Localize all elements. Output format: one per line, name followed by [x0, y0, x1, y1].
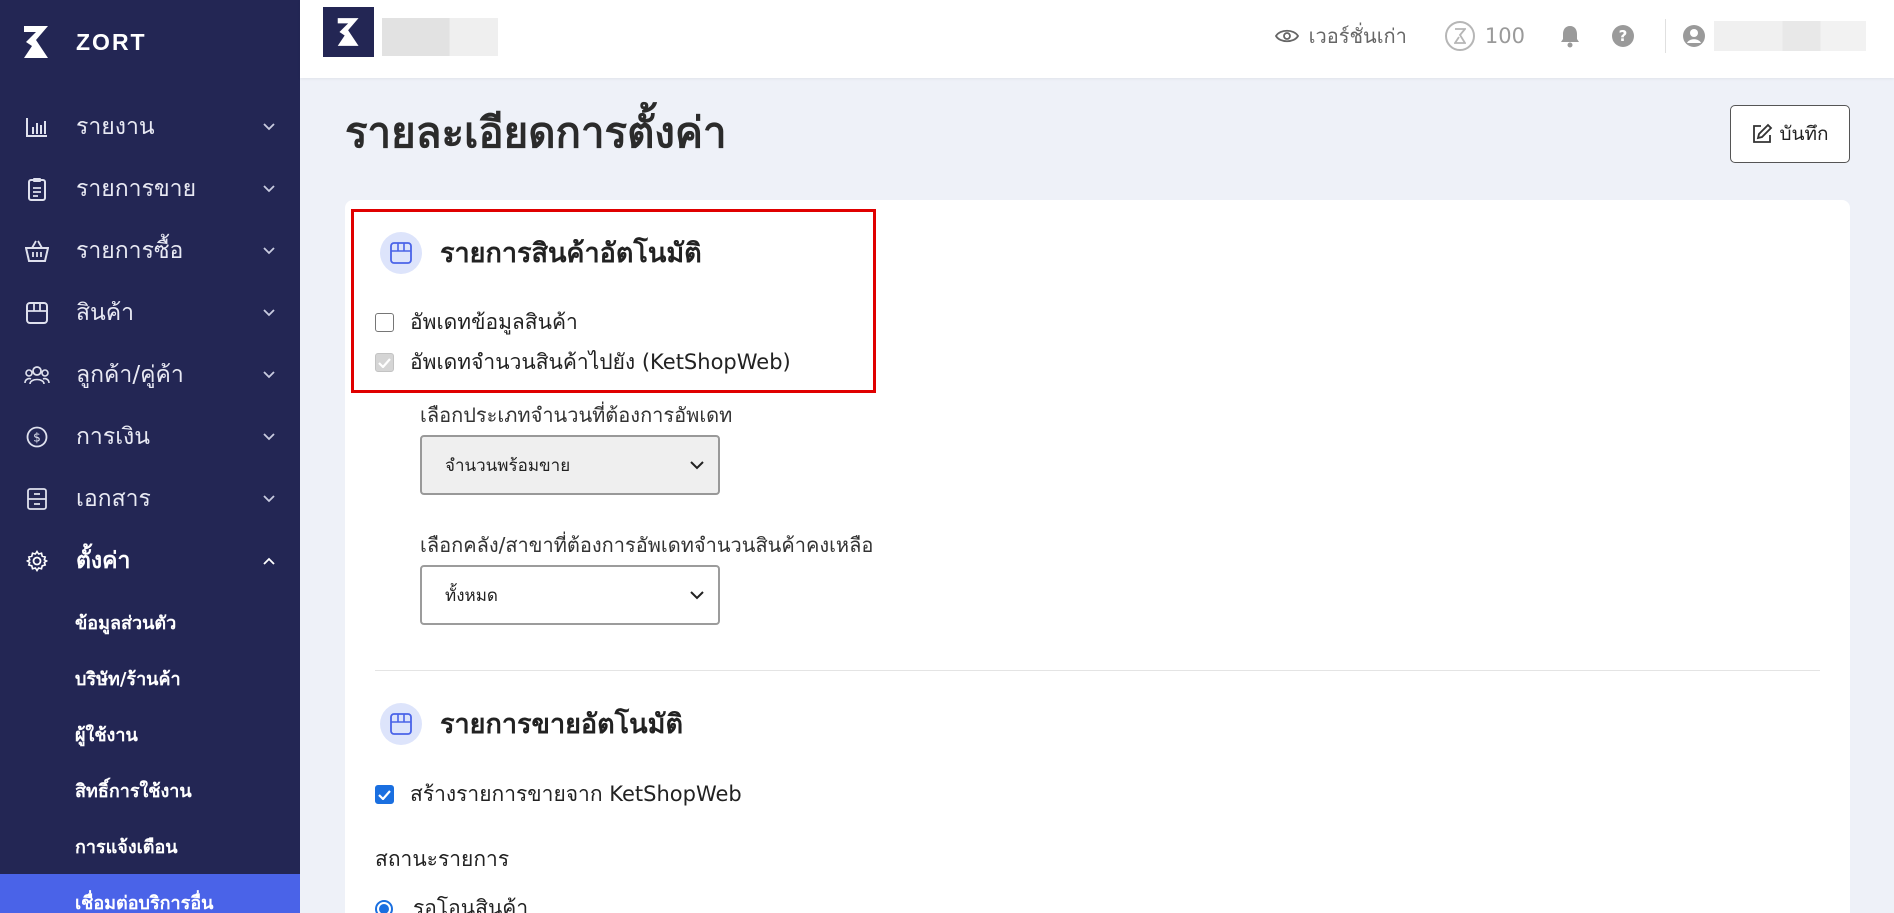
sidebar: ZORT รายงาน รายการขาย รายการซื้อ สินค้า … — [0, 0, 300, 913]
svg-text:$: $ — [33, 431, 41, 445]
zort-logo-icon — [337, 18, 359, 46]
status-label: สถานะรายการ — [375, 847, 510, 871]
dollar-icon: $ — [24, 424, 50, 450]
status-radio[interactable] — [375, 899, 393, 913]
sidebar-item-reports[interactable]: รายงาน — [0, 96, 300, 158]
old-version-label: เวอร์ชั่นเก่า — [1308, 24, 1407, 48]
update-product-info-checkbox[interactable] — [375, 313, 394, 332]
user-name-redacted — [1714, 21, 1866, 51]
shop-name-redacted — [382, 18, 498, 56]
select-value: จำนวนพร้อมขาย — [445, 455, 571, 476]
zort-logo-icon — [24, 26, 48, 58]
warehouse-select[interactable]: ทั้งหมด — [420, 565, 720, 625]
subnav-item-users[interactable]: ผู้ใช้งาน — [0, 706, 300, 762]
box-icon — [380, 231, 422, 274]
sidebar-item-purchases[interactable]: รายการซื้อ — [0, 220, 300, 282]
chevron-down-icon — [262, 306, 276, 320]
check-icon — [378, 789, 391, 800]
create-sale-checkbox[interactable] — [375, 785, 394, 804]
warehouse-label: เลือกคลัง/สาขาที่ต้องการอัพเดทจำนวนสินค้… — [420, 533, 874, 557]
sidebar-nav: รายงาน รายการขาย รายการซื้อ สินค้า ลูกค้… — [0, 96, 300, 592]
eye-icon — [1274, 29, 1299, 43]
radio-dot — [379, 903, 389, 913]
top-bar: เวอร์ชั่นเก่า 100 ? — [300, 0, 1894, 78]
qty-type-select[interactable]: จำนวนพร้อมขาย — [420, 435, 720, 495]
top-bar-actions: เวอร์ชั่นเก่า 100 ? — [1274, 0, 1894, 72]
sidebar-item-settings[interactable]: ตั้งค่า — [0, 530, 300, 592]
top-bar-divider — [1665, 19, 1666, 53]
auto-product-section-header: รายการสินค้าอัตโนมัติ — [380, 231, 702, 274]
section-title: รายการสินค้าอัตโนมัติ — [440, 238, 702, 269]
status-option-pending-transfer[interactable]: รอโอนสินค้า — [375, 892, 528, 913]
archive-icon — [24, 486, 50, 512]
bell-icon[interactable] — [1559, 24, 1581, 48]
section-divider — [375, 670, 1820, 671]
edit-icon — [1753, 123, 1773, 143]
sidebar-item-label: สินค้า — [76, 300, 135, 326]
sidebar-item-label: ตั้งค่า — [76, 548, 131, 574]
sidebar-item-label: ลูกค้า/คู่ค้า — [76, 362, 184, 388]
basket-icon — [24, 238, 50, 264]
checkbox-label: สร้างรายการขายจาก KetShopWeb — [410, 782, 742, 806]
brand-name: ZORT — [76, 28, 147, 55]
coin-count: 100 — [1484, 24, 1525, 48]
chevron-down-icon — [262, 430, 276, 444]
chevron-down-icon — [262, 244, 276, 258]
users-icon — [24, 362, 50, 388]
subnav-item-company[interactable]: บริษัท/ร้านค้า — [0, 650, 300, 706]
update-stock-checkbox[interactable] — [375, 353, 394, 372]
subnav-item-permissions[interactable]: สิทธิ์การใช้งาน — [0, 762, 300, 818]
sidebar-item-customers[interactable]: ลูกค้า/คู่ค้า — [0, 344, 300, 406]
sidebar-item-label: การเงิน — [76, 424, 151, 450]
sidebar-item-products[interactable]: สินค้า — [0, 282, 300, 344]
coin-balance[interactable]: 100 — [1444, 21, 1525, 51]
subnav-item-notifications[interactable]: การแจ้งเตือน — [0, 818, 300, 874]
user-avatar-icon — [1683, 25, 1705, 47]
check-icon — [378, 357, 391, 368]
subnav-item-integrations[interactable]: เชื่อมต่อบริการอื่น — [0, 874, 300, 913]
qty-type-label: เลือกประเภทจำนวนที่ต้องการอัพเดท — [420, 403, 733, 427]
shop-logo[interactable] — [323, 7, 374, 57]
chevron-down-icon — [262, 120, 276, 134]
sidebar-item-finance[interactable]: $ การเงิน — [0, 406, 300, 468]
clipboard-icon — [24, 176, 50, 202]
chevron-up-icon — [262, 554, 276, 568]
select-value: ทั้งหมด — [445, 585, 498, 606]
update-product-info-option[interactable]: อัพเดทข้อมูลสินค้า — [375, 306, 578, 339]
user-menu[interactable] — [1682, 21, 1866, 51]
auto-sale-section-header: รายการขายอัตโนมัติ — [380, 702, 683, 745]
old-version-link[interactable]: เวอร์ชั่นเก่า — [1274, 20, 1407, 52]
update-stock-option[interactable]: อัพเดทจำนวนสินค้าไปยัง (KetShopWeb) — [375, 346, 791, 379]
coin-icon — [1444, 21, 1475, 51]
sidebar-item-label: เอกสาร — [76, 486, 151, 512]
sidebar-item-label: รายการซื้อ — [76, 238, 184, 264]
box-icon — [24, 300, 50, 326]
chevron-down-icon — [262, 182, 276, 196]
radio-label: รอโอนสินค้า — [413, 896, 529, 913]
help-icon[interactable]: ? — [1611, 24, 1635, 48]
chart-bar-icon — [24, 114, 50, 140]
save-button[interactable]: บันทึก — [1730, 105, 1850, 163]
checkbox-label: อัพเดทจำนวนสินค้าไปยัง (KetShopWeb) — [410, 350, 791, 374]
save-button-label: บันทึก — [1779, 123, 1829, 145]
settings-subnav: ข้อมูลส่วนตัว บริษัท/ร้านค้า ผู้ใช้งาน ส… — [0, 594, 300, 913]
sidebar-item-label: รายงาน — [76, 114, 155, 140]
box-icon — [380, 702, 422, 745]
section-title: รายการขายอัตโนมัติ — [440, 709, 683, 740]
page-title: รายละเอียดการตั้งค่า — [345, 108, 727, 157]
sidebar-item-sales[interactable]: รายการขาย — [0, 158, 300, 220]
subnav-item-profile[interactable]: ข้อมูลส่วนตัว — [0, 594, 300, 650]
checkbox-label: อัพเดทข้อมูลสินค้า — [410, 310, 578, 334]
chevron-down-icon — [690, 590, 704, 599]
svg-text:?: ? — [1619, 27, 1628, 45]
sidebar-item-label: รายการขาย — [76, 176, 197, 202]
chevron-down-icon — [262, 492, 276, 506]
chevron-down-icon — [262, 368, 276, 382]
create-sale-option[interactable]: สร้างรายการขายจาก KetShopWeb — [375, 778, 742, 811]
gear-icon — [24, 548, 50, 574]
chevron-down-icon — [690, 460, 704, 469]
brand-logo[interactable]: ZORT — [22, 22, 147, 62]
sidebar-item-documents[interactable]: เอกสาร — [0, 468, 300, 530]
